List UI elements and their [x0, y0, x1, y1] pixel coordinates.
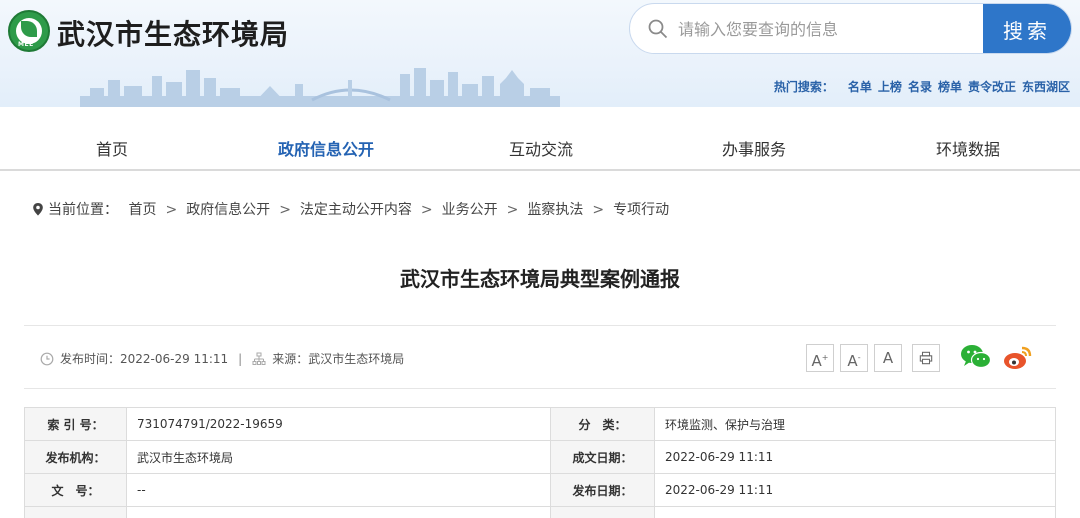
table-row: 发布机构： 武汉市生态环境局 成文日期： 2022-06-29 11:11 — [24, 440, 1056, 474]
publish-time: 2022-06-29 11:11 — [120, 352, 229, 366]
article-meta: 发布时间：2022-06-29 11:11 | 来源：武汉市生态环境局 — [40, 350, 404, 367]
breadcrumb-item[interactable]: 专项行动 — [613, 202, 669, 218]
search-icon — [648, 19, 668, 39]
breadcrumb-item[interactable]: 监察执法 — [527, 202, 583, 218]
info-value: 武汉市生态环境局 — [126, 440, 551, 474]
font-button-label: A — [811, 352, 822, 370]
site-title[interactable]: 武汉市生态环境局 — [57, 13, 289, 53]
info-key: 发布日期： — [550, 473, 655, 507]
breadcrumb-separator: > — [165, 202, 178, 218]
nav-item-home[interactable]: 首页 — [96, 136, 128, 160]
hot-term-link[interactable]: 东西湖区 — [1022, 80, 1070, 94]
location-pin-icon — [33, 203, 43, 216]
info-key: 索 引 号： — [24, 407, 127, 441]
breadcrumb-item[interactable]: 法定主动公开内容 — [300, 202, 412, 218]
article-title: 武汉市生态环境局典型案例通报 — [400, 267, 680, 291]
table-row: 索 引 号： 731074791/2022-19659 分 类： 环境监测、保护… — [24, 407, 1056, 441]
breadcrumb-separator: > — [592, 202, 605, 218]
font-button-label: A — [847, 352, 858, 370]
hot-term-link[interactable]: 上榜 — [878, 80, 902, 94]
source-icon — [252, 352, 266, 365]
site-header: MEE 武汉市生态环境局 请输入您要查询的信息 搜索 热门搜索： 名单 上榜 名… — [0, 0, 1080, 107]
font-decrease-button[interactable]: A- — [840, 344, 868, 372]
info-value: 2022-06-29 11:11 — [654, 473, 1056, 507]
search-bar: 搜索 — [629, 3, 1072, 54]
breadcrumb-item[interactable]: 政府信息公开 — [186, 202, 270, 218]
breadcrumb-separator: > — [279, 202, 291, 218]
breadcrumb-label: 当前位置： — [48, 202, 118, 218]
info-key — [24, 506, 127, 518]
nav-item-gov-info[interactable]: 政府信息公开 — [278, 136, 374, 160]
font-button-sup: + — [821, 353, 829, 362]
hot-term-link[interactable]: 名单 — [848, 80, 872, 94]
font-button-label: A — [882, 349, 894, 367]
meta-divider: | — [238, 352, 243, 366]
main-nav: 首页 政府信息公开 互动交流 办事服务 环境数据 — [0, 107, 1080, 171]
article-meta-bar: 发布时间：2022-06-29 11:11 | 来源：武汉市生态环境局 A+ A-… — [24, 325, 1056, 389]
logo-text: MEE — [18, 41, 34, 48]
font-button-sup: - — [857, 353, 861, 362]
info-value — [126, 506, 551, 518]
document-info-table: 索 引 号： 731074791/2022-19659 分 类： 环境监测、保护… — [24, 407, 1056, 518]
logo-emblem-icon[interactable]: MEE — [8, 10, 50, 52]
nav-item-services[interactable]: 办事服务 — [722, 136, 786, 160]
info-value: 2022-06-29 11:11 — [654, 440, 1056, 474]
breadcrumb-item[interactable]: 首页 — [128, 202, 156, 218]
hot-term-link[interactable]: 名录 — [908, 80, 932, 94]
search-button[interactable]: 搜索 — [983, 4, 1071, 53]
font-increase-button[interactable]: A+ — [806, 344, 834, 372]
info-value — [654, 506, 1056, 518]
info-key: 成文日期： — [550, 440, 655, 474]
breadcrumb-item[interactable]: 业务公开 — [442, 202, 498, 218]
info-value: -- — [126, 473, 551, 507]
nav-item-interaction[interactable]: 互动交流 — [509, 136, 573, 160]
breadcrumb-separator: > — [420, 202, 433, 218]
info-key: 文 号： — [24, 473, 127, 507]
hot-term-link[interactable]: 责令改正 — [968, 80, 1016, 94]
info-key: 分 类： — [550, 407, 655, 441]
info-key: 发布机构： — [24, 440, 127, 474]
info-value: 731074791/2022-19659 — [126, 407, 551, 441]
hot-search: 热门搜索： 名单 上榜 名录 榜单 责令改正 东西湖区 — [774, 78, 1070, 95]
search-input[interactable] — [678, 15, 978, 43]
info-key — [550, 506, 655, 518]
print-button[interactable] — [912, 344, 940, 372]
clock-icon — [40, 352, 54, 366]
city-skyline-illustration — [80, 68, 560, 107]
source-value: 武汉市生态环境局 — [308, 352, 405, 366]
font-reset-button[interactable]: A — [874, 344, 902, 372]
print-icon — [919, 351, 933, 365]
table-row — [24, 506, 1056, 518]
breadcrumb-separator: > — [506, 202, 519, 218]
nav-item-env-data[interactable]: 环境数据 — [936, 136, 1000, 160]
hot-search-label: 热门搜索： — [773, 80, 834, 94]
table-row: 文 号： -- 发布日期： 2022-06-29 11:11 — [24, 473, 1056, 507]
wechat-icon[interactable] — [960, 342, 992, 372]
publish-time-label: 发布时间： — [60, 352, 121, 366]
info-value: 环境监测、保护与治理 — [654, 407, 1056, 441]
weibo-icon[interactable] — [1002, 342, 1034, 372]
source-label: 来源： — [272, 352, 309, 366]
breadcrumb: 当前位置： 首页 > 政府信息公开 > 法定主动公开内容 > 业务公开 > 监察执法 > 专项行动 — [32, 199, 669, 219]
hot-term-link[interactable]: 榜单 — [938, 80, 962, 94]
